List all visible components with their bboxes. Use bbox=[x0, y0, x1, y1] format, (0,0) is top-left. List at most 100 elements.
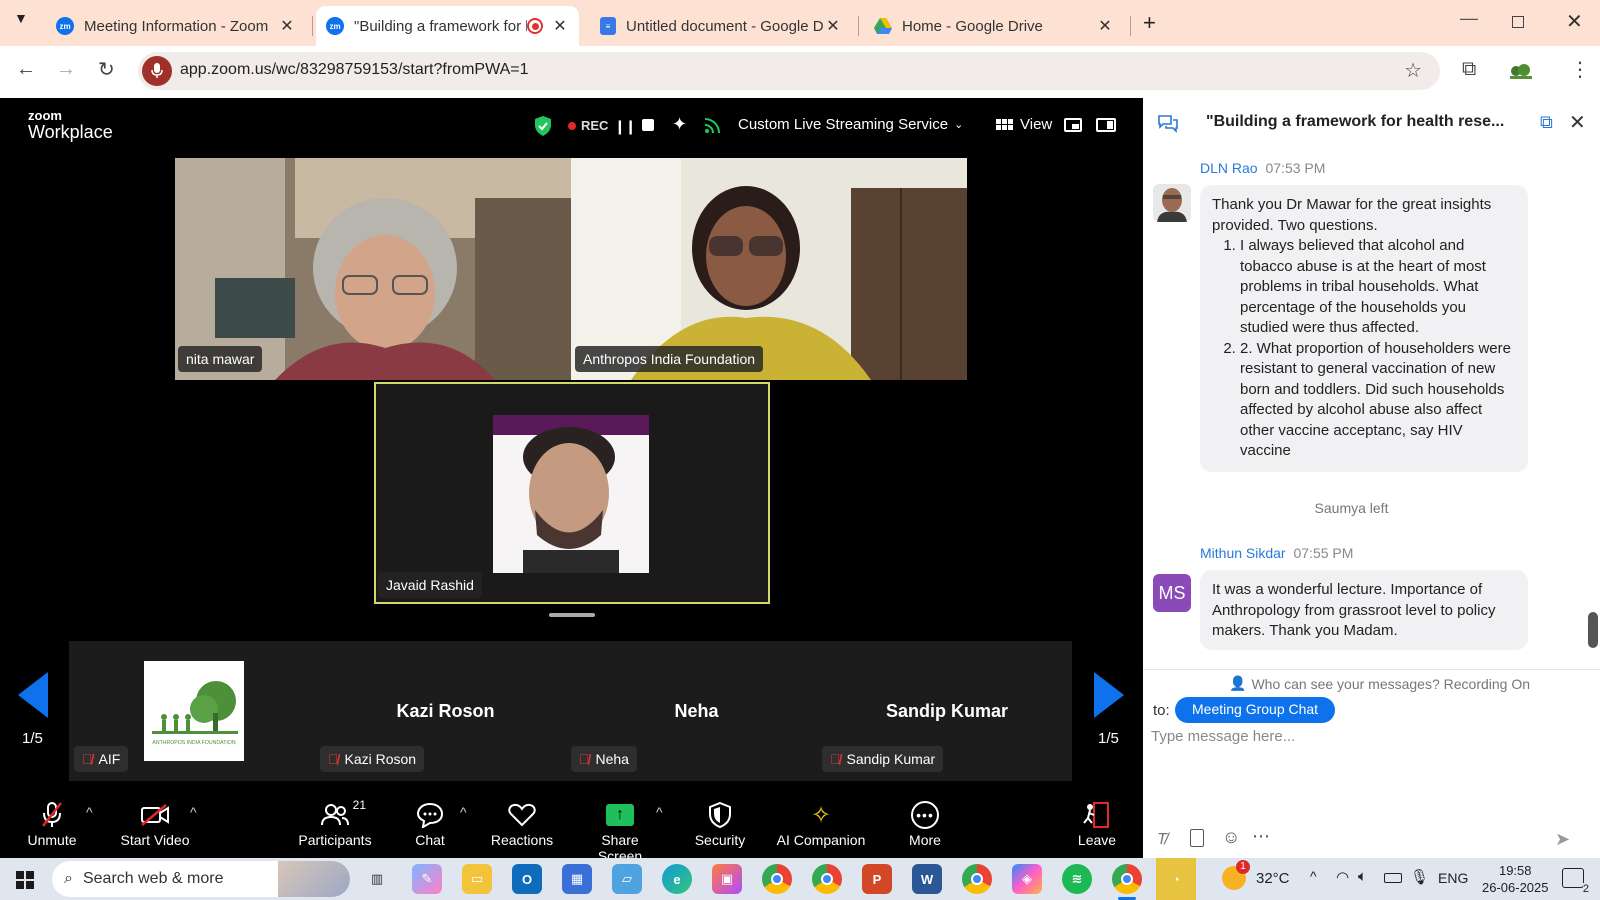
picture-in-picture-icon[interactable] bbox=[1064, 118, 1082, 132]
send-icon[interactable]: ➤ bbox=[1555, 829, 1570, 850]
video-tile-nita-mawar[interactable]: nita mawar bbox=[175, 158, 571, 380]
emoji-icon[interactable]: ☺ bbox=[1222, 827, 1240, 848]
gallery-tile-neha[interactable]: Neha 🎙̸ Neha bbox=[571, 641, 822, 781]
reactions-button[interactable]: Reactions bbox=[490, 798, 554, 858]
ai-sparkle-icon[interactable]: ✦ bbox=[672, 114, 687, 135]
view-button[interactable]: View bbox=[996, 116, 1052, 133]
gallery-tile-aif[interactable]: ANTHROPOS INDIA FOUNDATION 🎙̸ AIF bbox=[69, 641, 320, 781]
participants-button[interactable]: 21 Participants bbox=[298, 798, 372, 858]
video-tile-javaid-rashid[interactable]: Javaid Rashid bbox=[374, 382, 770, 604]
extensions-icon[interactable]: ⧉ bbox=[1462, 58, 1476, 81]
close-tab-icon[interactable]: ✕ bbox=[551, 16, 569, 36]
close-chat-icon[interactable]: ✕ bbox=[1569, 110, 1586, 135]
copilot-app-icon[interactable]: ✎ bbox=[412, 864, 442, 894]
resize-handle[interactable] bbox=[549, 613, 595, 617]
message-input[interactable]: Type message here... bbox=[1151, 728, 1591, 820]
chat-button[interactable]: Chat bbox=[408, 798, 452, 858]
file-attach-icon[interactable] bbox=[1190, 829, 1204, 847]
video-tile-anthropos-india[interactable]: Anthropos India Foundation bbox=[571, 158, 967, 380]
close-tab-icon[interactable]: ✕ bbox=[824, 16, 842, 36]
tab-meeting-information[interactable]: zm Meeting Information - Zoom ✕ bbox=[46, 6, 306, 46]
whiteboard-icon[interactable]: ▱ bbox=[612, 864, 642, 894]
recording-status[interactable]: REC bbox=[568, 118, 608, 133]
unmute-button[interactable]: Unmute bbox=[20, 798, 84, 858]
chat-scrollbar-thumb[interactable] bbox=[1588, 612, 1598, 648]
recipient-selector[interactable]: Meeting Group Chat bbox=[1175, 697, 1336, 723]
word-icon[interactable]: W bbox=[912, 864, 942, 894]
microphone-tray-icon[interactable]: 🎙︎ bbox=[1410, 868, 1429, 886]
address-bar[interactable]: app.zoom.us/wc/83298759153/start?fromPWA… bbox=[138, 52, 1440, 90]
office-app-icon[interactable]: ▣ bbox=[712, 864, 742, 894]
edge-icon[interactable]: e bbox=[662, 864, 692, 894]
sender-name[interactable]: DLN Rao bbox=[1200, 160, 1258, 176]
format-text-icon[interactable]: T̸ bbox=[1157, 831, 1167, 849]
tab-search-chevron-icon[interactable]: ▼ bbox=[14, 10, 28, 26]
close-tab-icon[interactable]: ✕ bbox=[1096, 16, 1114, 36]
stop-recording-icon[interactable] bbox=[642, 119, 654, 131]
chat-options-caret-icon[interactable]: ^ bbox=[460, 804, 467, 820]
bookmark-star-icon[interactable]: ☆ bbox=[1404, 58, 1422, 83]
live-stream-icon[interactable] bbox=[704, 116, 722, 139]
audio-options-caret-icon[interactable]: ^ bbox=[86, 804, 93, 820]
task-view-icon[interactable]: ▥ bbox=[362, 864, 392, 894]
pinned-app-icon[interactable]: ◔ bbox=[1156, 858, 1196, 900]
video-options-caret-icon[interactable]: ^ bbox=[190, 804, 197, 820]
new-tab-icon[interactable]: + bbox=[1143, 10, 1156, 36]
encryption-shield-icon[interactable] bbox=[534, 116, 552, 141]
wifi-icon[interactable]: ◠ bbox=[1336, 868, 1349, 886]
restore-icon[interactable] bbox=[1512, 16, 1524, 28]
reload-icon[interactable]: ↻ bbox=[98, 57, 115, 82]
message-bubble[interactable]: It was a wonderful lecture. Importance o… bbox=[1200, 570, 1528, 650]
back-icon[interactable]: ← bbox=[16, 58, 36, 81]
language-indicator[interactable]: ENG bbox=[1438, 870, 1468, 886]
pop-out-chat-icon[interactable]: ⧉ bbox=[1540, 112, 1553, 133]
microsoft-store-icon[interactable]: ▦ bbox=[562, 864, 592, 894]
weather-widget[interactable]: 1 32°C bbox=[1222, 860, 1290, 890]
show-hidden-icons-chevron-icon[interactable]: ^ bbox=[1310, 868, 1317, 884]
streaming-service-dropdown[interactable]: Custom Live Streaming Service ⌄ bbox=[738, 116, 963, 133]
security-button[interactable]: Security bbox=[690, 798, 750, 858]
leave-button[interactable]: Leave bbox=[1072, 798, 1122, 858]
spotify-icon[interactable]: ≋ bbox=[1062, 864, 1092, 894]
start-video-button[interactable]: Start Video bbox=[118, 798, 192, 858]
chrome-profile-icon[interactable] bbox=[812, 864, 842, 894]
chrome-active-icon[interactable] bbox=[1112, 864, 1142, 894]
profile-avatar[interactable] bbox=[1508, 60, 1534, 84]
chrome-icon[interactable] bbox=[762, 864, 792, 894]
outlook-icon[interactable]: O bbox=[512, 864, 542, 894]
chrome-icon[interactable] bbox=[962, 864, 992, 894]
microphone-in-use-icon[interactable] bbox=[142, 56, 172, 86]
taskbar-search-box[interactable]: ⌕ Search web & more bbox=[52, 861, 350, 897]
tab-google-drive[interactable]: Home - Google Drive ✕ bbox=[864, 6, 1124, 46]
battery-icon[interactable] bbox=[1384, 873, 1402, 883]
forward-icon[interactable]: → bbox=[56, 58, 76, 81]
ai-companion-button[interactable]: ✧ AI Companion bbox=[774, 798, 868, 858]
powerpoint-icon[interactable]: P bbox=[862, 864, 892, 894]
windows-start-icon[interactable] bbox=[16, 871, 34, 889]
gallery-tile-sandip-kumar[interactable]: Sandip Kumar 🎙̸ Sandip Kumar bbox=[822, 641, 1072, 781]
tab-untitled-document[interactable]: ≡ Untitled document - Google Dc ✕ bbox=[590, 6, 852, 46]
message-bubble[interactable]: Thank you Dr Mawar for the great insight… bbox=[1200, 185, 1528, 472]
gallery-tile-kazi-roson[interactable]: Kazi Roson 🎙̸ Kazi Roson bbox=[320, 641, 571, 781]
copilot-icon[interactable]: ◈ bbox=[1012, 864, 1042, 894]
gallery-next-arrow-icon[interactable] bbox=[1094, 672, 1124, 718]
close-window-icon[interactable]: ✕ bbox=[1566, 9, 1583, 34]
volume-icon[interactable]: 🔈︎ bbox=[1358, 868, 1367, 885]
tab-building-framework[interactable]: zm "Building a framework for h ✕ bbox=[316, 6, 579, 46]
share-options-caret-icon[interactable]: ^ bbox=[656, 804, 663, 820]
notifications-icon[interactable]: 2 bbox=[1562, 868, 1589, 895]
gallery-prev-arrow-icon[interactable] bbox=[18, 672, 48, 718]
chat-visibility-note[interactable]: 👤 Who can see your messages? Recording O… bbox=[1229, 675, 1530, 692]
clock[interactable]: 19:58 26-06-2025 bbox=[1482, 862, 1549, 896]
share-screen-button[interactable]: ↑ Share Screen bbox=[578, 798, 662, 864]
close-tab-icon[interactable]: ✕ bbox=[278, 16, 296, 36]
more-button[interactable]: ••• More bbox=[900, 798, 950, 858]
pause-recording-icon[interactable]: ❙❙ bbox=[614, 118, 636, 135]
file-explorer-icon[interactable]: ▭ bbox=[462, 864, 492, 894]
minimize-panel-icon[interactable] bbox=[1096, 118, 1116, 132]
more-options-icon[interactable]: ⋯ bbox=[1252, 826, 1270, 847]
minimize-icon[interactable]: — bbox=[1460, 8, 1478, 29]
sender-name[interactable]: Mithun Sikdar bbox=[1200, 545, 1286, 561]
gallery-page-right: 1/5 bbox=[1098, 730, 1119, 747]
chrome-menu-icon[interactable]: ⋮ bbox=[1570, 57, 1590, 82]
